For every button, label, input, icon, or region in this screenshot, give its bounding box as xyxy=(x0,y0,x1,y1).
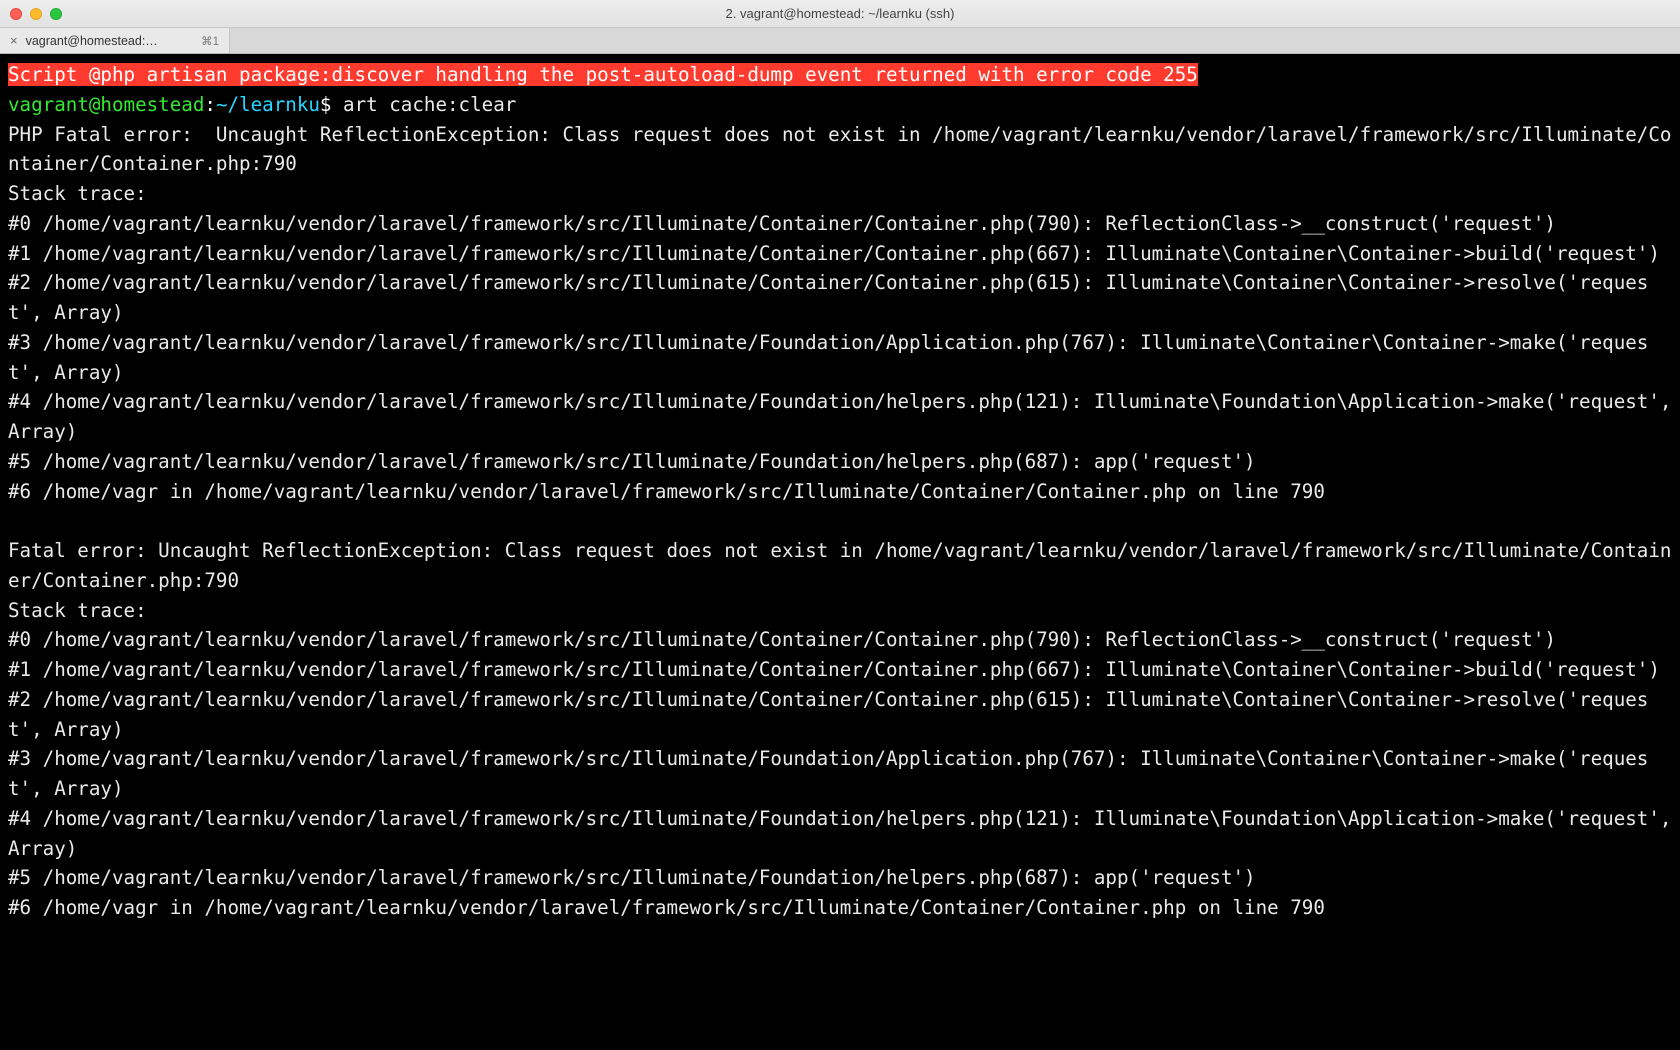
tab-shortcut: ⌘1 xyxy=(201,34,219,48)
output-line: #2 /home/vagrant/learnku/vendor/laravel/… xyxy=(8,271,1648,324)
tab-session-1[interactable]: × vagrant@homestead:… ⌘1 xyxy=(0,28,230,53)
prompt-path: ~/learnku xyxy=(216,93,320,116)
output-line: Fatal error: Uncaught ReflectionExceptio… xyxy=(8,539,1671,592)
prompt-command: art cache:clear xyxy=(343,93,516,116)
terminal-viewport[interactable]: Script @php artisan package:discover han… xyxy=(0,54,1680,1050)
prompt-user: vagrant@homestead xyxy=(8,93,204,116)
close-window-button[interactable] xyxy=(10,8,22,20)
tab-label: vagrant@homestead:… xyxy=(26,34,158,48)
output-line: #5 /home/vagrant/learnku/vendor/laravel/… xyxy=(8,866,1256,889)
output-line: #4 /home/vagrant/learnku/vendor/laravel/… xyxy=(8,390,1680,443)
output-line: #2 /home/vagrant/learnku/vendor/laravel/… xyxy=(8,688,1648,741)
window-title: 2. vagrant@homestead: ~/learnku (ssh) xyxy=(0,6,1680,21)
titlebar: 2. vagrant@homestead: ~/learnku (ssh) xyxy=(0,0,1680,28)
output-line: #3 /home/vagrant/learnku/vendor/laravel/… xyxy=(8,331,1648,384)
tab-close-icon[interactable]: × xyxy=(10,33,18,48)
prompt-line: vagrant@homestead:~/learnku$ art cache:c… xyxy=(8,93,516,116)
output-line: #0 /home/vagrant/learnku/vendor/laravel/… xyxy=(8,628,1556,651)
minimize-window-button[interactable] xyxy=(30,8,42,20)
prompt-sep1: : xyxy=(204,93,216,116)
zoom-window-button[interactable] xyxy=(50,8,62,20)
traffic-lights xyxy=(10,8,62,20)
output-line: #3 /home/vagrant/learnku/vendor/laravel/… xyxy=(8,747,1648,800)
output-line: #4 /home/vagrant/learnku/vendor/laravel/… xyxy=(8,807,1680,860)
output-line: #1 /home/vagrant/learnku/vendor/laravel/… xyxy=(8,242,1660,265)
terminal-window: 2. vagrant@homestead: ~/learnku (ssh) × … xyxy=(0,0,1680,1050)
tab-bar: × vagrant@homestead:… ⌘1 xyxy=(0,28,1680,54)
output-line: #6 /home/vagr in /home/vagrant/learnku/v… xyxy=(8,896,1325,919)
prompt-sep2: $ xyxy=(320,93,343,116)
output-line: Stack trace: xyxy=(8,182,147,205)
output-line: #1 /home/vagrant/learnku/vendor/laravel/… xyxy=(8,658,1660,681)
output-line: #5 /home/vagrant/learnku/vendor/laravel/… xyxy=(8,450,1256,473)
output-line: #0 /home/vagrant/learnku/vendor/laravel/… xyxy=(8,212,1556,235)
output-line: Stack trace: xyxy=(8,599,147,622)
output-line: #6 /home/vagr in /home/vagrant/learnku/v… xyxy=(8,480,1325,503)
output-line: PHP Fatal error: Uncaught ReflectionExce… xyxy=(8,123,1671,176)
error-banner: Script @php artisan package:discover han… xyxy=(8,63,1198,86)
